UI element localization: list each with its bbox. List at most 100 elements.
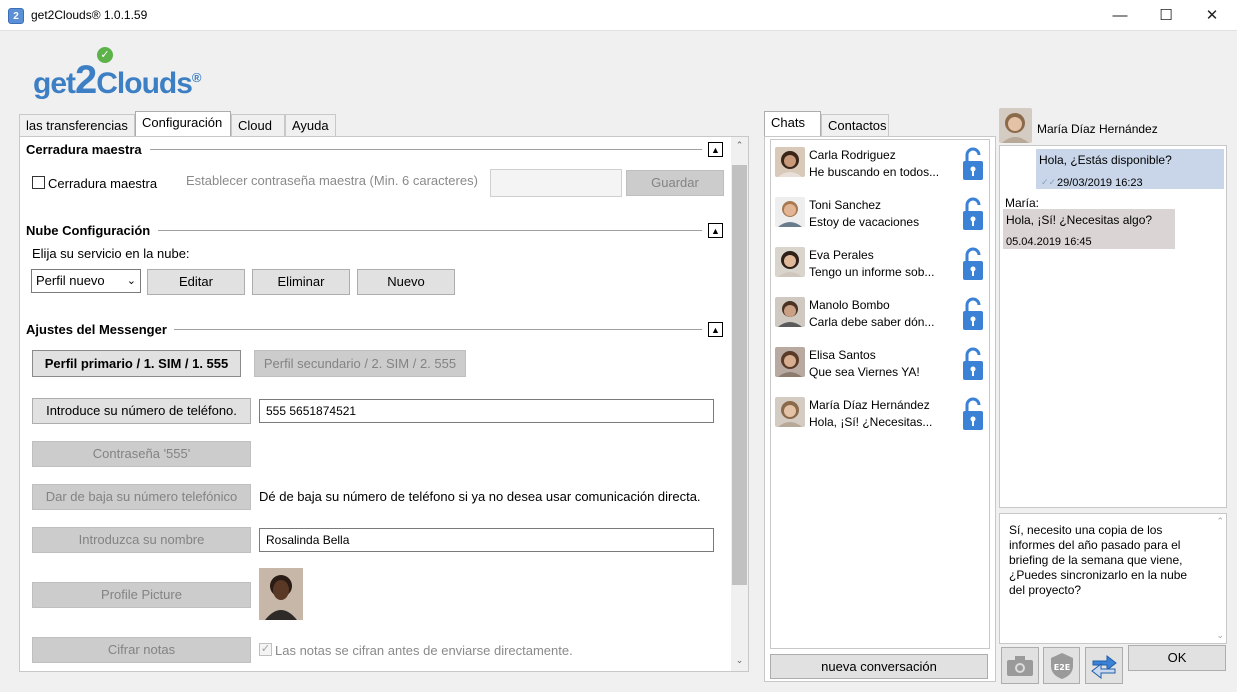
primary-profile-button[interactable]: Perfil primario / 1. SIM / 1. 555 [32, 350, 241, 377]
scroll-down-icon[interactable]: ⌄ [731, 655, 748, 666]
close-button[interactable]: ✕ [1189, 0, 1235, 31]
logo-text-get: get [33, 67, 76, 100]
collapse-cloud-config-button[interactable]: ▲ [708, 223, 723, 238]
cloud-profile-selected-value: Perfil nuevo [36, 273, 105, 288]
phone-number-input[interactable]: 555 5651874521 [259, 399, 714, 423]
section-divider [150, 149, 702, 150]
chat-contact-name: María Díaz Hernández [809, 398, 930, 412]
unsubscribe-description: Dé de baja su número de teléfono si ya n… [259, 489, 701, 504]
tab-cloud[interactable]: Cloud [231, 114, 285, 136]
camera-icon[interactable] [1001, 647, 1039, 684]
minimize-button[interactable]: — [1097, 0, 1143, 31]
enter-phone-button[interactable]: Introduce su número de teléfono. [32, 398, 251, 424]
message-text: Hola, ¿Estás disponible? [1039, 153, 1172, 167]
avatar [775, 397, 805, 427]
chat-preview: Tengo un informe sob... [809, 265, 935, 279]
chevron-down-icon: ⌄ [126, 275, 136, 287]
chat-item-manolo[interactable]: Manolo Bombo Carla debe saber dón... [775, 295, 987, 339]
unlocked-icon[interactable] [962, 347, 984, 381]
unsubscribe-phone-button[interactable]: Dar de baja su número telefónico [32, 484, 251, 510]
chat-item-toni[interactable]: Toni Sanchez Estoy de vacaciones [775, 195, 987, 239]
ok-button[interactable]: OK [1128, 645, 1226, 671]
profile-picture-button[interactable]: Profile Picture [32, 582, 251, 608]
message-text: Hola, ¡Sí! ¿Necesitas algo? [1006, 213, 1153, 227]
tab-configuracion[interactable]: Configuración [135, 111, 231, 136]
new-conversation-button[interactable]: nueva conversación [770, 654, 988, 679]
e2e-label: E2E [1053, 663, 1070, 672]
logo-registered: ® [191, 70, 202, 85]
compose-line: briefing de la semana que viene, [1009, 553, 1183, 567]
chat-preview: Carla debe saber dón... [809, 315, 935, 329]
section-divider [174, 329, 702, 330]
master-lock-checkbox[interactable] [32, 176, 45, 189]
chat-item-eva[interactable]: Eva Perales Tengo un informe sob... [775, 245, 987, 289]
e2e-shield-icon[interactable]: E2E [1043, 647, 1080, 684]
chat-item-maria[interactable]: María Díaz Hernández Hola, ¡Sí! ¿Necesit… [775, 395, 987, 439]
password-555-button[interactable]: Contraseña '555' [32, 441, 251, 467]
unlocked-icon[interactable] [962, 147, 984, 181]
message-sender: María: [1005, 196, 1040, 210]
messenger-settings-title: Ajustes del Messenger [26, 322, 167, 337]
master-password-input[interactable] [490, 169, 622, 197]
cloud-profile-select[interactable]: Perfil nuevo ⌄ [31, 269, 141, 293]
collapse-messenger-button[interactable]: ▲ [708, 322, 723, 337]
chat-contact-name: Elisa Santos [809, 348, 876, 362]
compose-line: informes del año pasado para el [1009, 538, 1181, 552]
secondary-profile-button[interactable]: Perfil secundario / 2. SIM / 2. 555 [254, 350, 466, 377]
message-time: 29/03/2019 16:23 [1057, 177, 1143, 189]
compose-line: ¿Puedes sincronizarlo en la nube [1009, 568, 1188, 582]
avatar [775, 197, 805, 227]
enter-name-button[interactable]: Introduzca su nombre [32, 527, 251, 553]
get2clouds-logo: get2Clouds® [33, 58, 201, 103]
conversation-contact-name: María Díaz Hernández [1037, 122, 1158, 136]
new-profile-button[interactable]: Nuevo [357, 269, 455, 295]
logo-text-clouds: Clouds [96, 67, 193, 100]
unlocked-icon[interactable] [962, 197, 984, 231]
scroll-up-icon[interactable]: ⌃ [1216, 516, 1224, 527]
avatar [775, 147, 805, 177]
compose-line: Sí, necesito una copia de los [1009, 523, 1163, 537]
maximize-button[interactable]: ☐ [1143, 0, 1189, 31]
compose-line: del proyecto? [1009, 583, 1082, 597]
chat-contact-name: Manolo Bombo [809, 298, 890, 312]
tab-ayuda[interactable]: Ayuda [285, 114, 336, 136]
tab-contactos[interactable]: Contactos [821, 114, 889, 136]
chat-preview: Hola, ¡Sí! ¿Necesitas... [809, 415, 933, 429]
compose-text: Sí, necesito una copia de los informes d… [1009, 523, 1187, 598]
chat-item-elisa[interactable]: Elisa Santos Que sea Viernes YA! [775, 345, 987, 389]
name-input[interactable]: Rosalinda Bella [259, 528, 714, 552]
collapse-master-lock-button[interactable]: ▲ [708, 142, 723, 157]
profile-picture-thumbnail[interactable] [259, 568, 303, 620]
message-time: 05.04.2019 16:45 [1006, 236, 1092, 248]
unlocked-icon[interactable] [962, 397, 984, 431]
chat-contact-name: Eva Perales [809, 248, 874, 262]
swap-arrows-icon[interactable] [1085, 647, 1123, 684]
avatar [775, 347, 805, 377]
chat-contact-name: Toni Sanchez [809, 198, 882, 212]
logo-text-2: 2 [75, 58, 97, 102]
save-master-password-button[interactable]: Guardar [626, 170, 724, 196]
cloud-service-prompt: Elija su servicio en la nube: [32, 246, 190, 261]
avatar [775, 297, 805, 327]
chat-item-carla[interactable]: Carla Rodriguez He buscando en todos... [775, 145, 987, 189]
delete-profile-button[interactable]: Eliminar [252, 269, 350, 295]
compose-textarea[interactable]: Sí, necesito una copia de los informes d… [999, 513, 1227, 644]
scroll-up-icon[interactable]: ⌃ [731, 140, 748, 151]
scroll-down-icon[interactable]: ⌄ [1216, 630, 1224, 641]
window-title: get2Clouds® 1.0.1.59 [31, 8, 148, 22]
cloud-config-title: Nube Configuración [26, 223, 151, 238]
encrypt-notes-button[interactable]: Cifrar notas [32, 637, 251, 663]
configuration-scrollbar[interactable]: ⌃ ⌄ [731, 137, 748, 671]
scroll-thumb[interactable] [732, 165, 747, 585]
avatar [775, 247, 805, 277]
master-password-hint: Establecer contraseña maestra (Min. 6 ca… [186, 173, 478, 188]
tab-chats[interactable]: Chats [764, 111, 821, 136]
title-bar: 2 get2Clouds® 1.0.1.59 — ☐ ✕ [0, 0, 1237, 31]
master-lock-title: Cerradura maestra [26, 142, 142, 157]
edit-profile-button[interactable]: Editar [147, 269, 245, 295]
encrypt-notes-checkbox[interactable]: ✓ [259, 643, 272, 656]
tab-transferencias[interactable]: las transferencias [19, 114, 135, 136]
chat-contact-name: Carla Rodriguez [809, 148, 896, 162]
unlocked-icon[interactable] [962, 297, 984, 331]
unlocked-icon[interactable] [962, 247, 984, 281]
